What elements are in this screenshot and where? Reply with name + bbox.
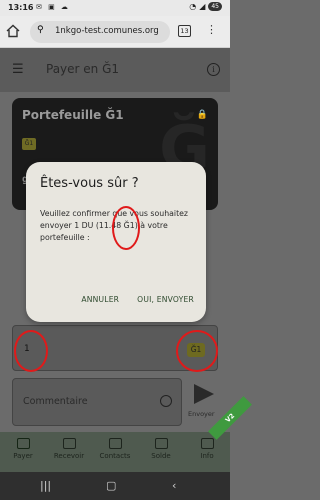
- qr-icon: [62, 438, 76, 449]
- info-icon[interactable]: i: [207, 63, 220, 76]
- contacts-icon: [108, 438, 122, 449]
- info-icon: [200, 438, 214, 449]
- browser-menu-icon[interactable]: ⋮: [206, 23, 217, 36]
- send-icon: [194, 384, 214, 404]
- nav-label: Contacts: [99, 452, 131, 460]
- site-info-icon[interactable]: ⚲: [37, 25, 44, 35]
- confirm-send-button[interactable]: OUI, ENVOYER: [137, 295, 194, 304]
- status-bar: 13:16 ✉ ▣ ☁ ◔ ◢ 45: [0, 0, 230, 16]
- url-bar[interactable]: ⚲ 1nkgo-test.comunes.org: [30, 21, 170, 43]
- system-icons: ◔ ◢ 45: [189, 2, 222, 11]
- nav-label: Recevoir: [53, 452, 85, 460]
- page-title: Payer en Ğ1: [46, 62, 120, 76]
- wifi-icon: ◔: [189, 2, 197, 11]
- comment-placeholder: Commentaire: [23, 396, 88, 407]
- nav-item-balance[interactable]: Solde: [138, 432, 184, 472]
- emoji-icon[interactable]: [160, 395, 172, 407]
- dialog-actions: ANNULER OUI, ENVOYER: [81, 295, 194, 304]
- dialog-title: Êtes-vous sûr ?: [40, 176, 139, 191]
- card-icon: [16, 438, 30, 449]
- url-text: 1nkgo-test.comunes.org: [55, 26, 159, 36]
- battery-icon: 45: [208, 2, 222, 11]
- cancel-button[interactable]: ANNULER: [81, 295, 119, 304]
- card-chip: Ğ1: [22, 138, 36, 150]
- nav-label: Payer: [13, 452, 33, 460]
- browser-bar: ⚲ 1nkgo-test.comunes.org 13 ⋮: [0, 16, 230, 48]
- recents-icon[interactable]: |||: [40, 479, 51, 492]
- back-icon[interactable]: ‹: [172, 479, 176, 492]
- annotation-circle: [14, 330, 48, 372]
- nav-label: Solde: [151, 452, 171, 460]
- tab-switcher-button[interactable]: 13: [178, 25, 191, 37]
- comment-input[interactable]: Commentaire: [12, 378, 182, 426]
- send-button[interactable]: Envoyer: [188, 382, 220, 422]
- nav-item-receive[interactable]: Recevoir: [46, 432, 92, 472]
- wallet-icon: [154, 438, 168, 449]
- lock-icon: 🔒: [196, 110, 208, 120]
- home-button-icon[interactable]: ▢: [106, 479, 116, 492]
- nav-item-contacts[interactable]: Contacts: [92, 432, 138, 472]
- annotation-circle: [176, 330, 218, 372]
- nav-item-pay[interactable]: Payer: [0, 432, 46, 472]
- system-navigation: ||| ▢ ‹: [0, 472, 230, 500]
- status-time: 13:16: [8, 3, 34, 12]
- bottom-navigation: Payer Recevoir Contacts Solde Info: [0, 432, 230, 472]
- home-icon[interactable]: [6, 24, 20, 38]
- nav-label: Info: [200, 452, 214, 460]
- signal-icon: ◢: [199, 2, 206, 11]
- nav-item-info[interactable]: Info: [184, 432, 230, 472]
- annotation-circle: [112, 206, 140, 250]
- notification-icons: ✉ ▣ ☁: [36, 3, 70, 11]
- app-header: ☰ Payer en Ğ1 i: [0, 48, 230, 92]
- card-title: Portefeuille Ğ1: [22, 108, 124, 122]
- send-label: Envoyer: [188, 410, 215, 418]
- hamburger-menu-icon[interactable]: ☰: [12, 62, 24, 77]
